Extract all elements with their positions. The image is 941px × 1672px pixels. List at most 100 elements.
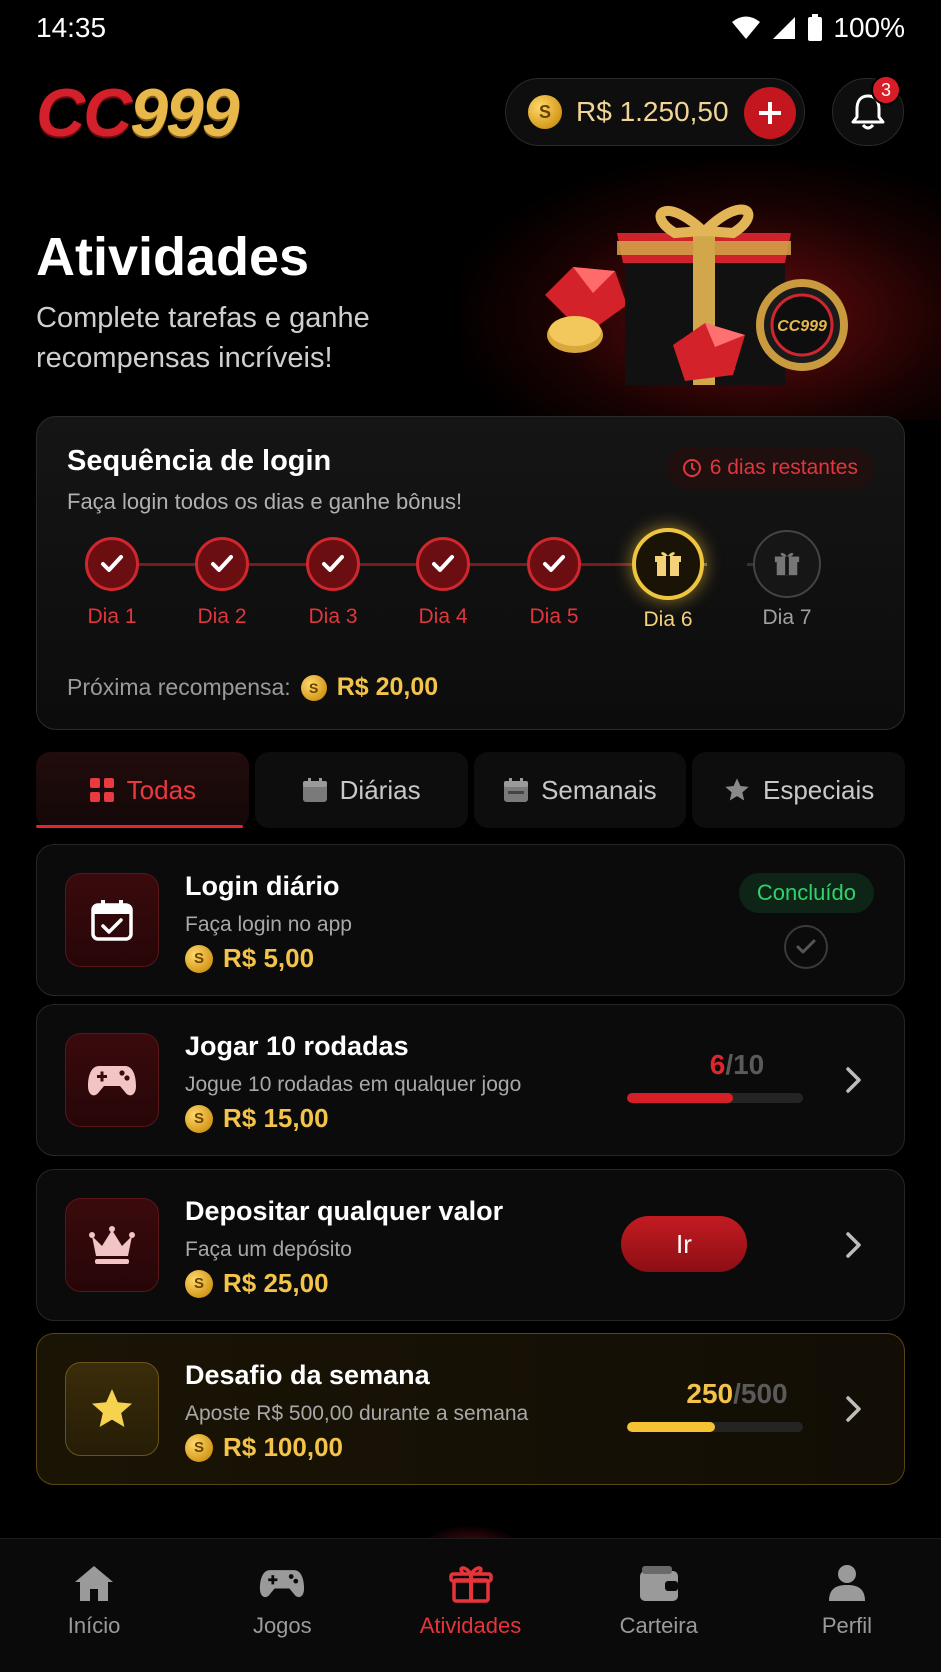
nav-label: Jogos <box>252 1613 312 1638</box>
coin-icon: S <box>185 944 213 973</box>
clock-icon <box>682 459 701 477</box>
progress-total: 10 <box>733 1049 765 1080</box>
day-7: Dia 7 <box>742 529 832 630</box>
calendar-week-icon <box>504 778 529 802</box>
calendar-icon <box>302 778 327 802</box>
tab-todas[interactable]: Todas <box>36 752 249 828</box>
tab-especiais[interactable]: Especiais <box>692 752 905 828</box>
day-label: Dia 1 <box>87 605 137 628</box>
tab-label: Diárias <box>339 774 421 805</box>
chevron-right-icon[interactable] <box>838 1228 868 1262</box>
task-subtitle: Aposte R$ 500,00 durante a semana <box>185 1402 529 1425</box>
task-reward-value: R$ 100,00 <box>223 1432 343 1462</box>
check-icon <box>85 537 139 591</box>
next-reward-value: R$ 20,00 <box>336 673 439 701</box>
tab-diarias[interactable]: Diárias <box>254 752 468 828</box>
status-icons: 100% <box>731 12 905 44</box>
day-6[interactable]: Dia 6 <box>623 528 713 632</box>
filter-tabs: Todas Diárias Semanais Especiais <box>36 752 905 828</box>
coin-icon: S <box>185 1269 213 1298</box>
task-subtitle: Faça um depósito <box>185 1238 352 1261</box>
status-badge: Concluído <box>738 873 874 913</box>
balance-pill[interactable]: S R$ 1.250,50 <box>505 78 805 146</box>
chevron-right-icon[interactable] <box>838 1392 868 1426</box>
days-left-text: 6 dias restantes <box>709 456 858 479</box>
notifications-button[interactable]: 3 <box>832 75 904 146</box>
login-streak-title: Sequência de login <box>67 445 332 477</box>
status-time: 14:35 <box>36 12 107 43</box>
gift-icon <box>753 530 821 598</box>
progress-current: 250 <box>686 1378 734 1409</box>
tab-label: Semanais <box>541 774 657 805</box>
battery-icon <box>808 14 823 41</box>
go-button[interactable]: Ir <box>621 1216 747 1272</box>
progress-separator: / <box>725 1049 734 1080</box>
day-label: Dia 3 <box>308 605 358 628</box>
nav-label: Carteira <box>619 1613 698 1638</box>
login-streak-subtitle: Faça login todos os dias e ganhe bônus! <box>67 489 463 514</box>
bottom-navigation: Início Jogos Atividades Carteira Perfil <box>0 1538 941 1672</box>
next-reward: Próxima recompensa: S R$ 20,00 <box>67 673 438 702</box>
check-icon <box>527 537 581 591</box>
day-1: Dia 1 <box>67 529 157 629</box>
task-reward-value: R$ 15,00 <box>223 1103 329 1133</box>
check-icon <box>195 537 249 591</box>
gamepad-icon <box>65 1033 159 1127</box>
task-title: Depositar qualquer valor <box>185 1196 504 1226</box>
progress-fill <box>627 1093 733 1103</box>
progress-current: 6 <box>709 1049 726 1080</box>
task-card-login-diario[interactable]: Login diário Faça login no app S R$ 5,00… <box>36 844 905 996</box>
user-icon <box>828 1565 865 1601</box>
check-icon <box>784 925 828 969</box>
nav-item-perfil[interactable]: Perfil <box>753 1539 941 1672</box>
add-funds-button[interactable] <box>744 87 796 139</box>
task-title: Login diário <box>185 871 340 901</box>
nav-item-jogos[interactable]: Jogos <box>188 1539 376 1672</box>
task-reward: S R$ 100,00 <box>185 1432 343 1463</box>
progress-separator: / <box>733 1378 741 1409</box>
day-4: Dia 4 <box>398 529 488 629</box>
page-title: Atividades <box>36 227 310 287</box>
page-subtitle: Complete tarefas e ganhe recompensas inc… <box>36 302 370 374</box>
chip-logo: CC999 <box>777 318 827 335</box>
day-label: Dia 6 <box>643 608 693 631</box>
battery-percent: 100% <box>833 12 905 43</box>
nav-item-atividades[interactable]: Atividades <box>376 1539 564 1672</box>
coin-icon: S <box>185 1433 213 1462</box>
progress-fill <box>627 1422 715 1432</box>
notification-badge: 3 <box>871 75 901 105</box>
task-title: Jogar 10 rodadas <box>185 1031 409 1061</box>
check-icon <box>306 537 360 591</box>
logo-cc: CC <box>36 75 132 151</box>
login-streak-card: Sequência de login Faça login todos os d… <box>36 416 905 730</box>
days-left-badge: 6 dias restantes <box>665 447 874 489</box>
task-card-depositar[interactable]: Depositar qualquer valor Faça um depósit… <box>36 1169 905 1321</box>
task-reward-value: R$ 5,00 <box>223 943 315 973</box>
nav-item-inicio[interactable]: Início <box>0 1539 188 1672</box>
grid-icon <box>89 778 114 802</box>
next-reward-label: Próxima recompensa: <box>67 674 291 700</box>
tab-label: Todas <box>126 774 197 805</box>
chevron-right-icon[interactable] <box>838 1063 868 1097</box>
login-days-row: Dia 1 Dia 2 Dia 3 Dia 4 Dia 5 Dia 6 Dia … <box>67 528 877 639</box>
logo-number: 999 <box>130 75 239 151</box>
coin-icon: S <box>528 95 562 129</box>
day-label: Dia 2 <box>197 605 247 628</box>
tab-semanais[interactable]: Semanais <box>473 752 687 828</box>
day-label: Dia 4 <box>418 605 468 628</box>
task-card-jogar-rodadas[interactable]: Jogar 10 rodadas Jogue 10 rodadas em qua… <box>36 1004 905 1156</box>
home-icon <box>75 1566 114 1601</box>
signal-icon <box>773 17 796 39</box>
app-logo[interactable]: CC 999 <box>36 75 240 151</box>
task-reward: S R$ 25,00 <box>185 1268 329 1299</box>
gift-icon[interactable] <box>632 528 704 600</box>
plus-icon <box>759 102 781 124</box>
task-card-desafio-semana[interactable]: Desafio da semana Aposte R$ 500,00 duran… <box>36 1333 905 1485</box>
star-icon <box>725 778 749 801</box>
nav-item-carteira[interactable]: Carteira <box>565 1539 753 1672</box>
tab-label: Especiais <box>762 774 875 805</box>
progress-text: 250/500 <box>647 1378 827 1410</box>
nav-label: Perfil <box>821 1613 872 1638</box>
gift-illustration: CC999 <box>545 204 848 385</box>
day-5: Dia 5 <box>509 529 599 629</box>
